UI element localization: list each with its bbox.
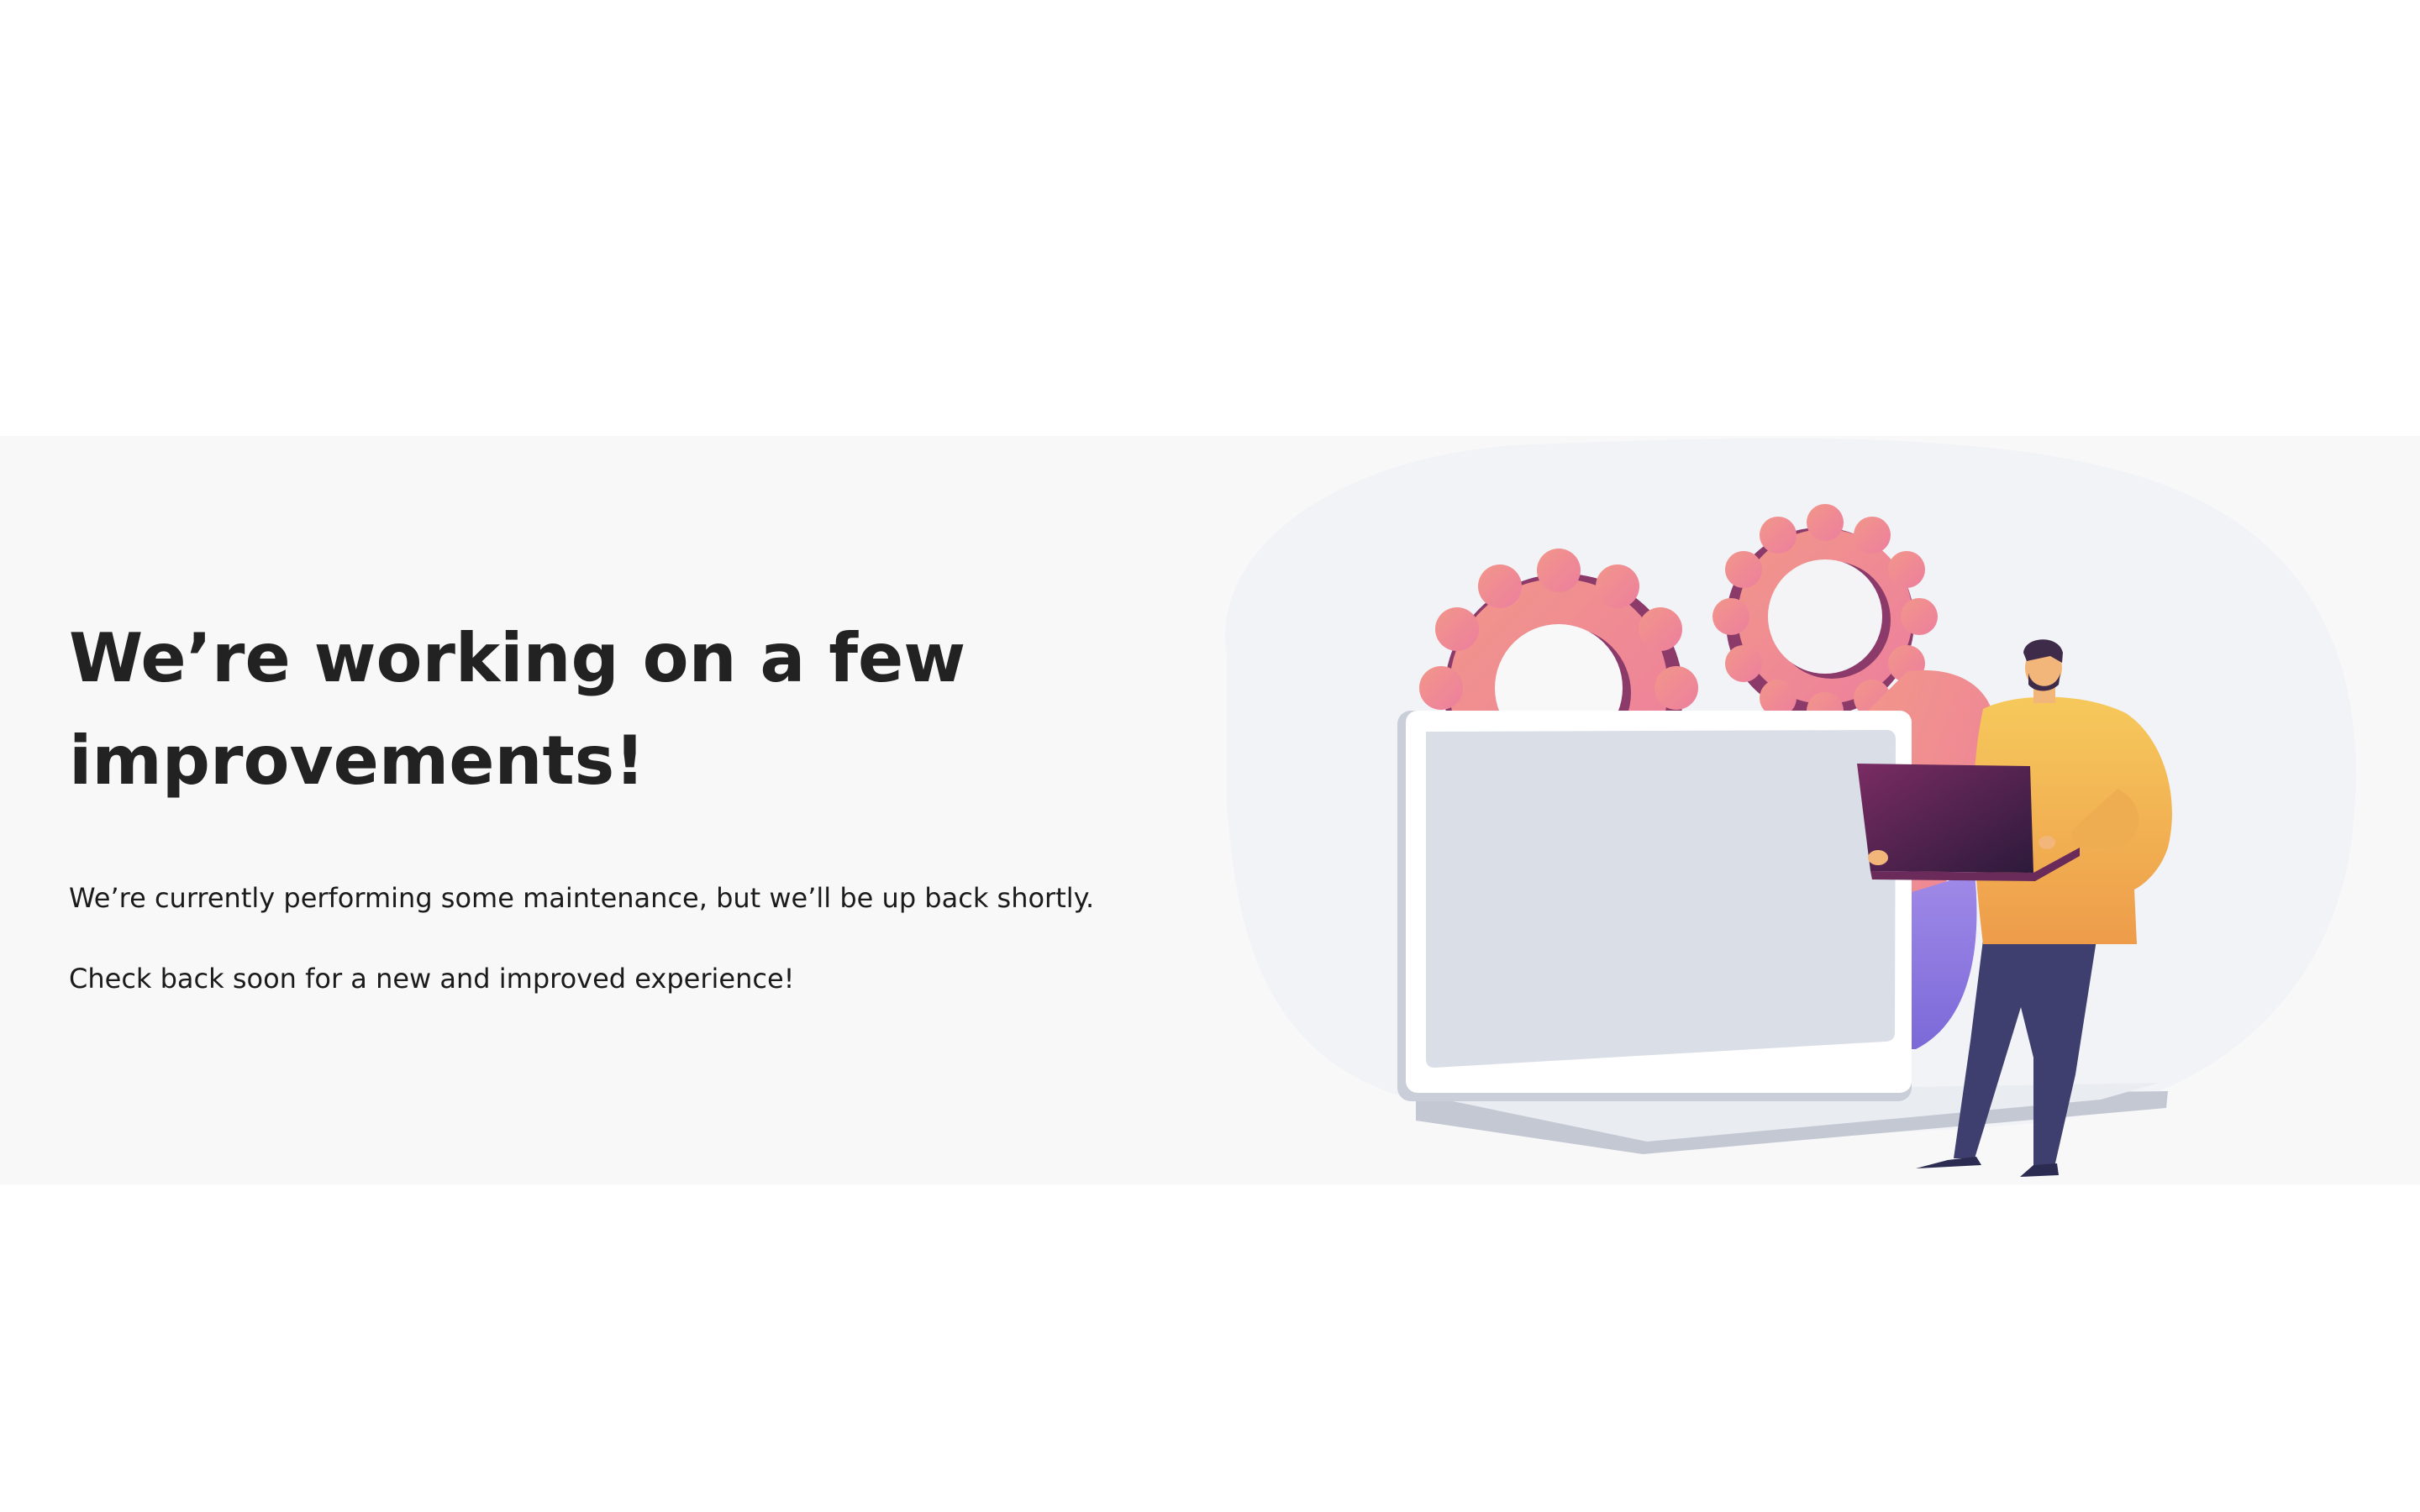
- maintenance-illustration: [1225, 438, 2356, 1177]
- maintenance-page: We’re working on a few improvements! We’…: [0, 0, 2420, 1512]
- maintenance-message: We’re currently performing some maintena…: [69, 882, 1095, 914]
- check-back-message: Check back soon for a new and improved e…: [69, 963, 795, 995]
- hero-text: We’re working on a few improvements! We’…: [69, 607, 1161, 995]
- laptop-screen: [1426, 730, 1896, 1068]
- page-title: We’re working on a few improvements!: [69, 619, 966, 800]
- hero-band: We’re working on a few improvements! We’…: [0, 436, 2420, 1184]
